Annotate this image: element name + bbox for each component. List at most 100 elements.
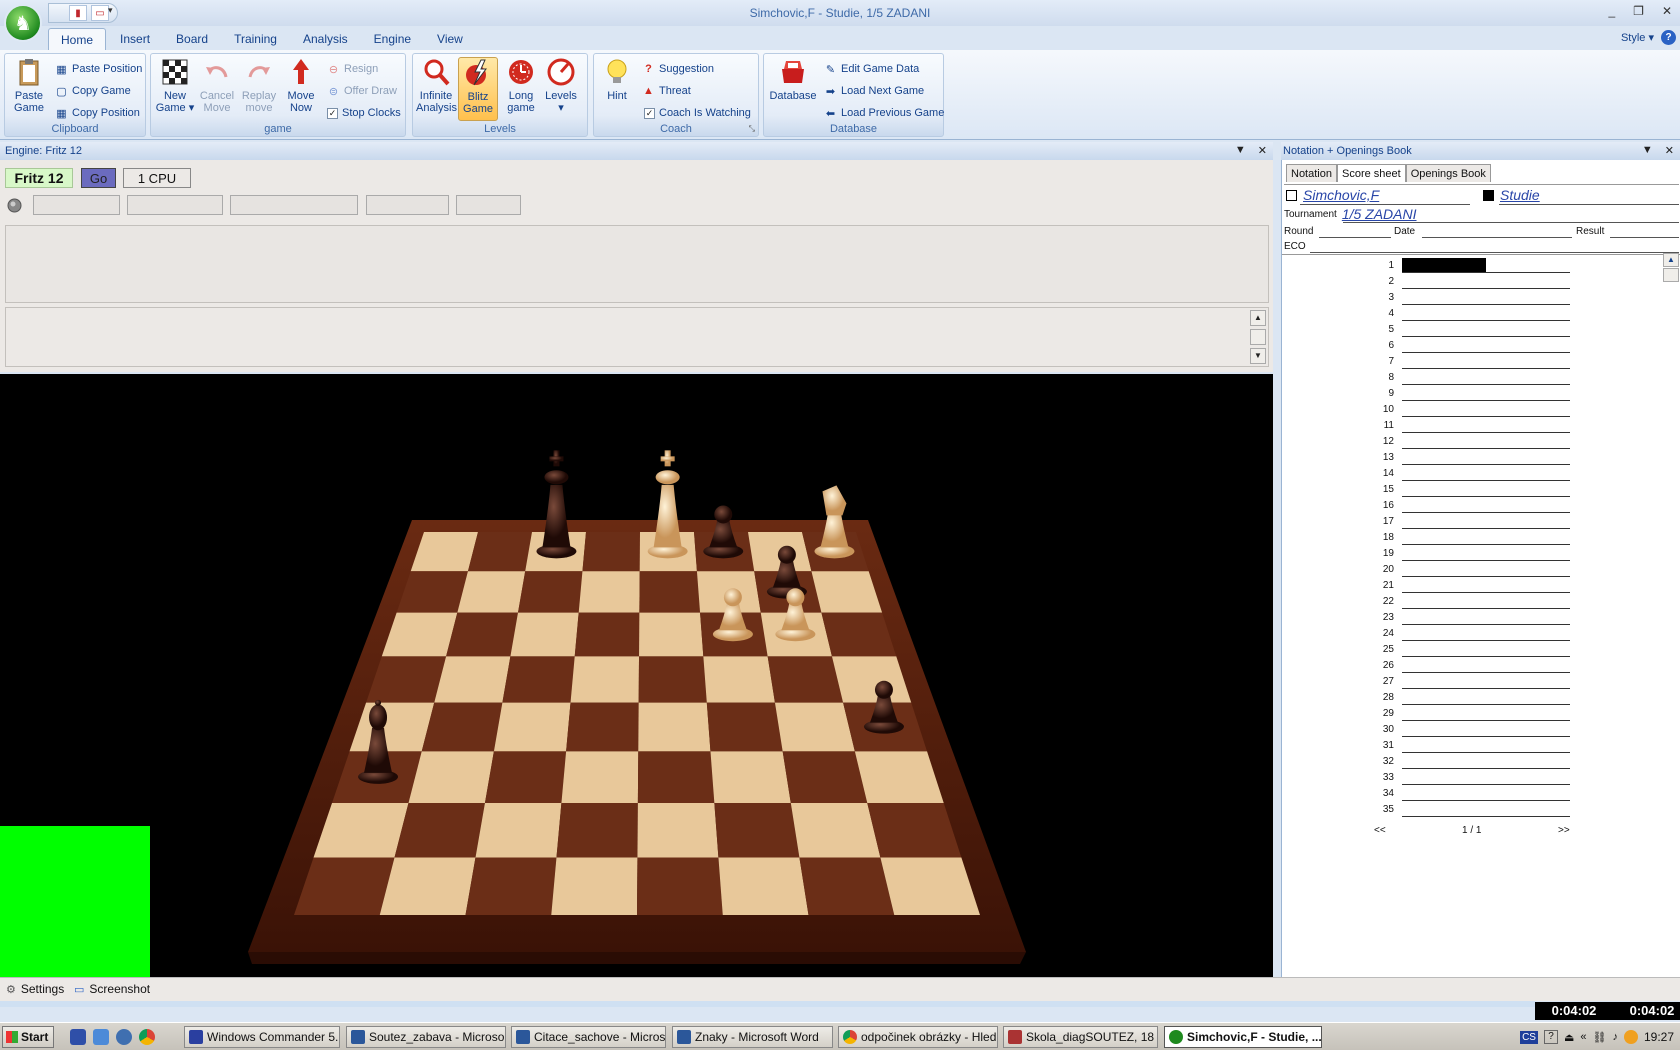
notation-pane-close-icon[interactable]: ✕: [1665, 144, 1674, 157]
score-row[interactable]: 17: [1362, 513, 1570, 529]
tab-board[interactable]: Board: [164, 28, 220, 50]
score-row[interactable]: 13: [1362, 449, 1570, 465]
engine-name-button[interactable]: Fritz 12: [5, 168, 73, 188]
suggestion-button[interactable]: ? Suggestion: [642, 60, 714, 78]
square-e6[interactable]: [639, 612, 704, 657]
square-d8[interactable]: [582, 532, 640, 572]
tray-expand-icon[interactable]: «: [1580, 1031, 1586, 1043]
close-button[interactable]: ✕: [1662, 4, 1672, 18]
score-row[interactable]: 28: [1362, 689, 1570, 705]
task-word-znaky[interactable]: Znaky - Microsoft Word: [672, 1026, 833, 1048]
task-skola-diag[interactable]: Skola_diagSOUTEZ, 18 ...: [1003, 1026, 1158, 1048]
copy-position-button[interactable]: ▦ Copy Position: [55, 104, 140, 122]
square-b1[interactable]: [379, 857, 476, 915]
task-chrome-odpocinek[interactable]: odpočinek obrázky - Hled...: [838, 1026, 998, 1048]
square-e3[interactable]: [637, 751, 715, 803]
black-player-name[interactable]: Studie: [1500, 187, 1540, 203]
tab-view[interactable]: View: [425, 28, 475, 50]
square-f5[interactable]: [703, 656, 775, 703]
resign-button[interactable]: ⊖ Resign: [327, 60, 378, 78]
score-row[interactable]: 27: [1362, 673, 1570, 689]
task-fritz-active[interactable]: Simchovic,F - Studie, ...: [1164, 1026, 1322, 1048]
load-next-game-button[interactable]: ➡ Load Next Game: [824, 82, 924, 100]
score-row[interactable]: 9: [1362, 385, 1570, 401]
square-e1[interactable]: [637, 857, 723, 915]
square-g4[interactable]: [774, 702, 855, 752]
square-g3[interactable]: [782, 751, 868, 803]
blitz-game-button[interactable]: Blitz Game: [458, 57, 498, 121]
score-row[interactable]: 6: [1362, 337, 1570, 353]
score-row[interactable]: 31: [1362, 737, 1570, 753]
scroll-down-icon[interactable]: ▼: [1250, 348, 1266, 364]
fritz-orb-icon[interactable]: ♞: [4, 4, 42, 42]
score-row[interactable]: 19: [1362, 545, 1570, 561]
tab-score-sheet[interactable]: Score sheet: [1336, 164, 1406, 182]
square-b3[interactable]: [408, 751, 494, 803]
restore-button[interactable]: ❐: [1633, 4, 1644, 18]
pane-close-icon[interactable]: ✕: [1258, 144, 1267, 157]
pager-prev-button[interactable]: <<: [1374, 825, 1386, 836]
square-d5[interactable]: [570, 656, 640, 703]
square-e4[interactable]: [638, 702, 711, 752]
square-b4[interactable]: [421, 702, 503, 752]
chessboard[interactable]: [0, 374, 1273, 977]
score-row[interactable]: 4: [1362, 305, 1570, 321]
tab-openings-book[interactable]: Openings Book: [1405, 164, 1491, 182]
hint-button[interactable]: Hint: [597, 57, 637, 102]
square-c2[interactable]: [475, 802, 562, 858]
database-button[interactable]: Database: [767, 57, 819, 102]
tab-analysis[interactable]: Analysis: [291, 28, 360, 50]
go-button[interactable]: Go: [81, 168, 116, 188]
square-c3[interactable]: [484, 751, 567, 803]
score-row[interactable]: 18: [1362, 529, 1570, 545]
levels-button[interactable]: Levels ▾: [541, 57, 581, 114]
notation-pane-menu-icon[interactable]: ▼: [1642, 144, 1653, 157]
square-f4[interactable]: [706, 702, 783, 752]
cancel-move-button[interactable]: Cancel Move: [197, 57, 237, 114]
pane-menu-icon[interactable]: ▼: [1235, 144, 1246, 157]
square-b8[interactable]: [467, 532, 532, 572]
style-menu[interactable]: Style ▾: [1621, 31, 1654, 44]
score-row[interactable]: 21: [1362, 577, 1570, 593]
save-disk-icon[interactable]: [70, 1029, 86, 1045]
score-row[interactable]: 15: [1362, 481, 1570, 497]
score-row[interactable]: 2: [1362, 273, 1570, 289]
settings-button[interactable]: ⚙ Settings: [6, 982, 64, 996]
scroll-up-icon[interactable]: ▲: [1250, 310, 1266, 326]
score-row[interactable]: 30: [1362, 721, 1570, 737]
edit-game-data-button[interactable]: ✎ Edit Game Data: [824, 60, 919, 78]
task-windows-commander[interactable]: Windows Commander 5....: [184, 1026, 340, 1048]
media-player-icon[interactable]: [116, 1029, 132, 1045]
square-b6[interactable]: [446, 612, 518, 657]
square-c6[interactable]: [510, 612, 579, 657]
score-row[interactable]: 35: [1362, 801, 1570, 817]
cpu-count-button[interactable]: 1 CPU: [123, 168, 191, 188]
screenshot-button[interactable]: ▭ Screenshot: [74, 982, 150, 996]
square-f1[interactable]: [718, 857, 809, 915]
square-e2[interactable]: [637, 802, 719, 858]
score-row[interactable]: 10: [1362, 401, 1570, 417]
score-scroll-up-icon[interactable]: ▲: [1663, 253, 1679, 267]
square-f3[interactable]: [710, 751, 791, 803]
paste-position-button[interactable]: ▦ Paste Position: [55, 60, 142, 78]
tab-notation[interactable]: Notation: [1286, 164, 1337, 182]
score-row[interactable]: 25: [1362, 641, 1570, 657]
square-g1[interactable]: [799, 857, 895, 915]
tab-insert[interactable]: Insert: [108, 28, 162, 50]
score-row[interactable]: 16: [1362, 497, 1570, 513]
usb-tray-icon[interactable]: ⏏: [1564, 1031, 1574, 1044]
score-sheet-scrollbar[interactable]: ▲: [1663, 253, 1679, 283]
square-e7[interactable]: [639, 571, 701, 613]
replay-move-button[interactable]: Replay move: [239, 57, 279, 114]
square-d1[interactable]: [551, 857, 638, 915]
square-g5[interactable]: [767, 656, 844, 703]
score-row[interactable]: 8: [1362, 369, 1570, 385]
ie-browser-icon[interactable]: [93, 1029, 109, 1045]
square-b7[interactable]: [457, 571, 526, 613]
square-d3[interactable]: [561, 751, 639, 803]
score-row[interactable]: 34: [1362, 785, 1570, 801]
score-row[interactable]: 26: [1362, 657, 1570, 673]
score-row[interactable]: 23: [1362, 609, 1570, 625]
new-game-button[interactable]: New Game ▾: [155, 57, 195, 114]
square-e5[interactable]: [638, 656, 707, 703]
